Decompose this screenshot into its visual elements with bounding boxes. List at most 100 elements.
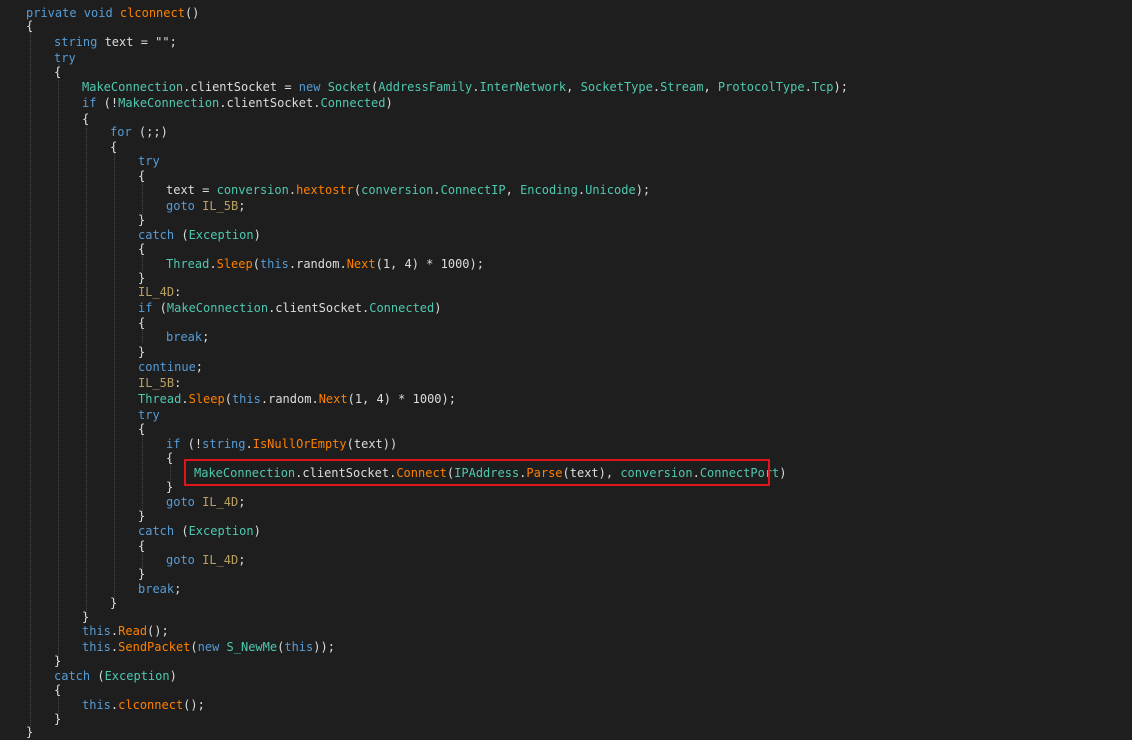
code-token: Exception (188, 524, 254, 538)
code-token: this (82, 640, 111, 654)
code-token: ) (385, 96, 393, 110)
code-token: (! (96, 96, 119, 110)
code-token: Unicode (585, 183, 636, 197)
code-token: ); (833, 80, 848, 94)
code-token: (text), (562, 466, 621, 480)
code-token: Connect (396, 466, 447, 480)
code-token: (); (147, 624, 169, 638)
code-token: this (82, 624, 111, 638)
code-token: { (54, 65, 62, 79)
code-token: Encoding (520, 183, 578, 197)
code-line: MakeConnection. clientSocket = new Socket… (82, 79, 848, 95)
code-token: ( (224, 392, 232, 406)
code-token: IL_5B (138, 376, 175, 390)
code-token: ; (238, 495, 246, 509)
code-line: try (138, 153, 160, 169)
code-token: } (166, 480, 174, 494)
code-token: hextostr (296, 183, 354, 197)
code-token: Tcp (811, 80, 834, 94)
code-line: } (26, 724, 33, 740)
code-line: } (138, 566, 145, 582)
code-token: if (138, 301, 153, 315)
code-token: } (138, 509, 146, 523)
code-token: MakeConnection (194, 466, 296, 480)
code-line: catch (Exception) (138, 523, 261, 539)
code-line: } (54, 653, 61, 669)
code-token: Sleep (188, 392, 225, 406)
code-token: clientSocket (275, 301, 362, 315)
code-token: . (433, 183, 441, 197)
code-token: IL_5B (202, 199, 239, 213)
code-token: MakeConnection (82, 80, 184, 94)
code-token: ) (253, 524, 261, 538)
code-line: this.Read(); (82, 623, 169, 639)
code-line: } (138, 344, 145, 360)
code-token: . (804, 80, 812, 94)
code-line: } (166, 479, 173, 495)
code-token: clientSocket (302, 466, 390, 480)
indent-guide (142, 430, 143, 514)
code-token: S_NewMe (226, 640, 278, 654)
code-line: if (!string.IsNullOrEmpty(text)) (166, 436, 397, 452)
code-token: , (703, 80, 718, 94)
code-token: IL_4D (138, 285, 175, 299)
code-line: { (26, 18, 33, 34)
code-token: ConnectIP (440, 183, 506, 197)
code-line: goto IL_5B; (166, 198, 245, 214)
indent-guide (114, 146, 115, 602)
code-token: ) (434, 301, 442, 315)
code-line: for (;;) (110, 124, 168, 140)
code-token: } (138, 567, 146, 581)
code-token: text (166, 183, 195, 197)
code-token: goto (166, 495, 203, 509)
code-token: Next (346, 257, 376, 271)
code-token: continue (138, 360, 196, 374)
code-token: (1, 4) * 1000); (375, 257, 484, 271)
code-token: try (138, 408, 160, 422)
code-line: this.SendPacket(new S_NewMe(this)); (82, 639, 335, 655)
code-token: () (184, 6, 200, 20)
code-line: if (MakeConnection.clientSocket.Connecte… (138, 300, 442, 316)
code-token: clientSocket (190, 80, 278, 94)
code-token: Parse (526, 466, 563, 480)
code-token: string (54, 35, 98, 49)
code-token: ( (152, 301, 167, 315)
code-token: for (110, 125, 132, 139)
code-token: IsNullOrEmpty (252, 437, 347, 451)
code-line: { (82, 111, 89, 127)
code-line: break; (138, 581, 181, 597)
code-line: { (138, 241, 145, 257)
code-token: this (82, 698, 111, 712)
code-line: { (54, 682, 61, 698)
code-token: . (692, 466, 700, 480)
code-token: this (259, 257, 289, 271)
code-token: if (82, 96, 97, 110)
code-line: { (166, 450, 173, 466)
code-token: . (288, 183, 297, 197)
code-token: = (194, 183, 217, 197)
code-line: } (138, 212, 145, 228)
code-token: if (166, 437, 181, 451)
code-token: try (138, 154, 160, 168)
code-token: , (505, 183, 521, 197)
code-line: } (110, 595, 117, 611)
code-token: (! (180, 437, 203, 451)
code-token: Exception (104, 669, 170, 683)
code-token: { (138, 316, 146, 330)
code-token: . (245, 437, 253, 451)
code-token: catch (138, 524, 175, 538)
code-line: this.clconnect(); (82, 697, 205, 713)
code-token: { (166, 451, 174, 465)
indent-guide (86, 118, 87, 615)
code-token: IL_4D (202, 495, 239, 509)
code-token: . (339, 257, 347, 271)
code-token: break (166, 330, 203, 344)
code-token: this (284, 640, 314, 654)
code-editor[interactable]: private void clconnect(){string text = "… (0, 0, 1132, 740)
code-token: Read (118, 624, 148, 638)
code-token: . (181, 392, 189, 406)
code-token: (text)) (346, 437, 398, 451)
code-token: catch (138, 228, 175, 242)
code-token: Next (318, 392, 348, 406)
code-token: private void (26, 6, 120, 20)
